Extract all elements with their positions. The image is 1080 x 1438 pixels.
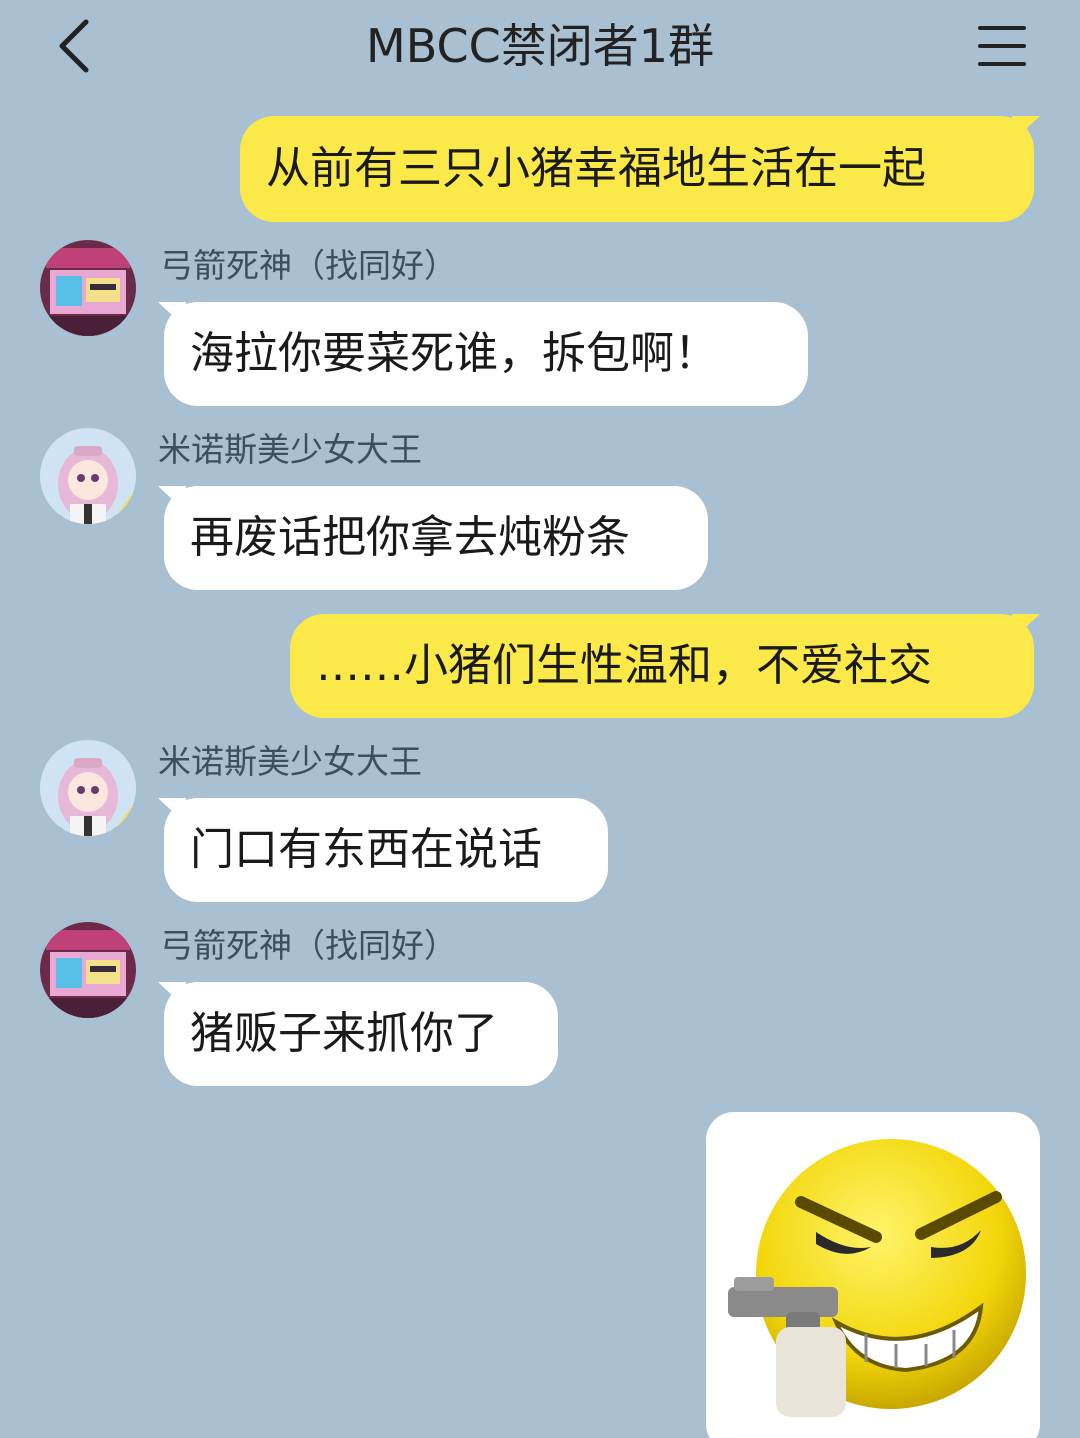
chevron-left-icon <box>59 19 89 73</box>
chat-header: MBCC禁闭者1群 <box>0 0 1080 96</box>
sender-name: 米诺斯美少女大王 <box>158 430 422 469</box>
anime-girl-avatar[interactable] <box>40 740 136 836</box>
sender-name: 弓箭死神（找同好） <box>160 246 457 285</box>
message-text: 海拉你要菜死谁，拆包啊！ <box>190 328 718 379</box>
message-text: 门口有东西在说话 <box>190 824 542 875</box>
game-screen-avatar[interactable] <box>40 922 136 1018</box>
their-message-bubble[interactable]: 猪贩子来抓你了 <box>158 982 558 1086</box>
my-message-bubble[interactable]: ……小猪们生性温和，不爱社交 <box>290 614 1040 718</box>
their-message-bubble[interactable]: 门口有东西在说话 <box>158 798 608 902</box>
menu-button[interactable] <box>972 20 1032 72</box>
their-message-bubble[interactable]: 海拉你要菜死谁，拆包啊！ <box>158 302 808 406</box>
game-screen-avatar[interactable] <box>40 240 136 336</box>
message-text: 再废话把你拿去炖粉条 <box>190 512 630 563</box>
sender-name: 米诺斯美少女大王 <box>158 742 422 781</box>
message-text: 从前有三只小猪幸福地生活在一起 <box>266 143 926 194</box>
their-message-bubble[interactable]: 再废话把你拿去炖粉条 <box>158 486 708 590</box>
message-text: ……小猪们生性温和，不爱社交 <box>316 640 932 691</box>
my-message-bubble[interactable]: 从前有三只小猪幸福地生活在一起 <box>240 116 1040 222</box>
message-text: 猪贩子来抓你了 <box>190 1008 498 1059</box>
angry-emoji-with-gun-sticker[interactable] <box>706 1112 1040 1438</box>
back-button[interactable] <box>48 14 108 78</box>
sender-name: 弓箭死神（找同好） <box>160 926 457 965</box>
anime-girl-avatar[interactable] <box>40 428 136 524</box>
chat-title: MBCC禁闭者1群 <box>366 19 714 73</box>
